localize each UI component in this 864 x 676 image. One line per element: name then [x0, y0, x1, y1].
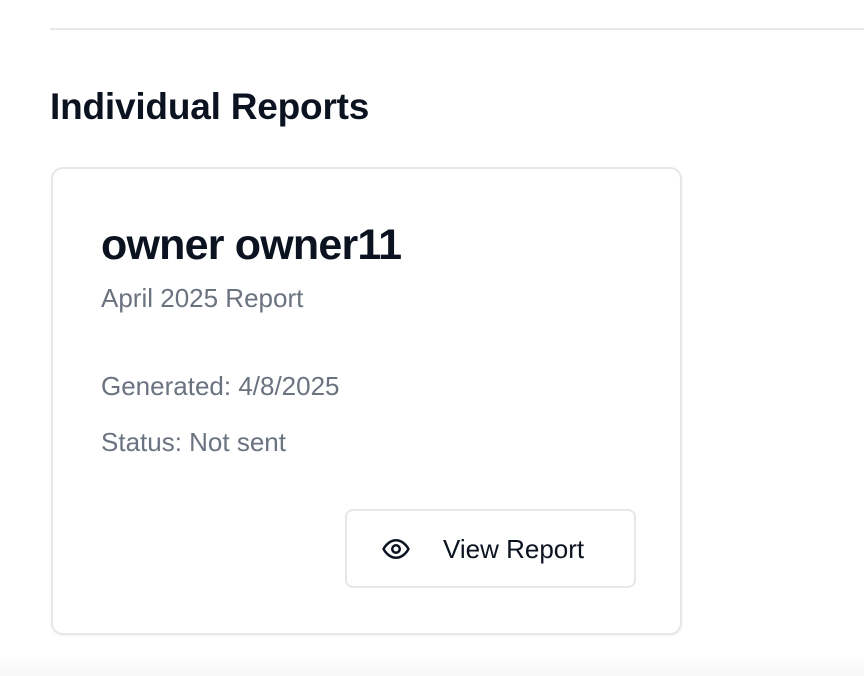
report-generated-date: Generated: 4/8/2025 [101, 371, 340, 401]
bottom-edge-shadow [0, 656, 864, 676]
report-period: April 2025 Report [101, 283, 304, 313]
view-report-button[interactable]: View Report [345, 509, 636, 588]
report-card: owner owner11 April 2025 Report Generate… [51, 167, 682, 635]
eye-icon [381, 534, 411, 564]
report-owner-name: owner owner11 [101, 221, 402, 269]
reports-page: Individual Reports owner owner11 April 2… [0, 0, 864, 676]
report-status: Status: Not sent [101, 427, 286, 457]
section-title: Individual Reports [50, 86, 370, 127]
view-report-button-label: View Report [443, 533, 585, 564]
section-divider [50, 28, 864, 30]
